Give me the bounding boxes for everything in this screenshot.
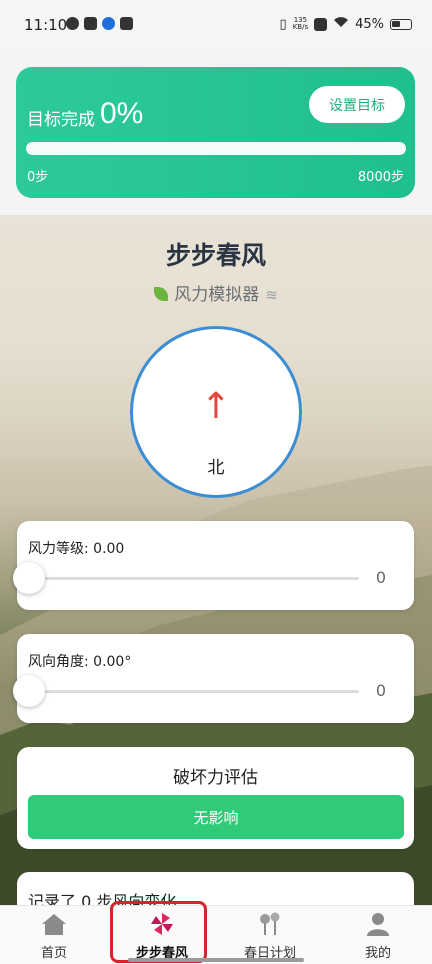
- wind-angle-label: 风向角度: 0.00°: [28, 654, 132, 670]
- vibrate-icon: ▯: [279, 16, 287, 32]
- goal-card: 目标完成 0% 设置目标 0步 8000步: [16, 67, 415, 198]
- damage-assessment-title: 破坏力评估: [173, 768, 258, 788]
- nav-item-home[interactable]: 首页: [0, 906, 108, 964]
- home-icon: [41, 912, 67, 936]
- wind-direction-label: 北: [207, 458, 225, 478]
- browser-icon: [102, 17, 115, 30]
- home-indicator[interactable]: [128, 958, 304, 962]
- goal-label: 目标完成: [27, 110, 95, 130]
- wind-angle-slider-track[interactable]: [29, 690, 359, 693]
- wifi-icon: [333, 16, 349, 32]
- nav-label-mine: 我的: [364, 946, 391, 961]
- no-sim-icon: [314, 17, 328, 31]
- app-subtitle-text: 风力模拟器: [174, 285, 260, 305]
- status-bar: 11:10 ▯ 135 KB/s 45%: [0, 0, 432, 52]
- flowers-icon: [257, 912, 283, 936]
- wind-level-card: 风力等级: 0.00 0: [13, 521, 414, 610]
- wind-angle-slider-thumb[interactable]: [13, 675, 45, 707]
- media-icon: [120, 17, 133, 30]
- damage-result-button[interactable]: 无影响: [28, 795, 404, 839]
- user-icon: [365, 912, 391, 936]
- tornado-icon: ≋: [265, 286, 278, 304]
- damage-assessment-card: 破坏力评估 无影响: [17, 747, 414, 849]
- goal-progress-bar: [26, 142, 406, 155]
- wind-level-value: 0: [375, 568, 386, 587]
- status-right: ▯ 135 KB/s 45%: [280, 16, 412, 32]
- app-subtitle: 风力模拟器 ≋: [0, 280, 432, 305]
- net-speed-unit: KB/s: [292, 23, 309, 31]
- goal-percent: 0%: [100, 97, 144, 130]
- nav-label-home: 首页: [40, 946, 67, 961]
- app-title: 步步春风: [165, 241, 266, 270]
- battery-icon: [390, 18, 412, 30]
- wind-compass: ↑ 北: [130, 326, 302, 498]
- status-time: 11:10: [24, 16, 68, 34]
- wind-direction-arrow-icon: ↑: [200, 386, 232, 427]
- check-circle-icon: [66, 17, 79, 30]
- active-tab-highlight: [110, 901, 207, 963]
- goal-max-label: 8000步: [357, 170, 404, 185]
- mail-icon: [84, 17, 97, 30]
- wind-level-label: 风力等级: 0.00: [28, 541, 125, 557]
- nav-item-mine[interactable]: 我的: [324, 906, 432, 964]
- wind-angle-card: 风向角度: 0.00° 0: [13, 634, 414, 723]
- nav-item-spring-plan[interactable]: 春日计划: [216, 906, 324, 964]
- bottom-nav: 首页 步步春风 春日计划 我的: [0, 905, 432, 964]
- net-speed: 135 KB/s: [293, 17, 308, 31]
- wind-level-slider-thumb[interactable]: [13, 562, 45, 594]
- leaf-icon: [154, 287, 169, 301]
- battery-percent: 45%: [355, 16, 384, 32]
- wind-angle-value: 0: [375, 681, 386, 700]
- set-goal-button[interactable]: 设置目标: [309, 86, 405, 123]
- goal-min-label: 0步: [27, 170, 49, 185]
- notification-icons: [66, 17, 133, 30]
- wind-level-slider-track[interactable]: [29, 577, 359, 580]
